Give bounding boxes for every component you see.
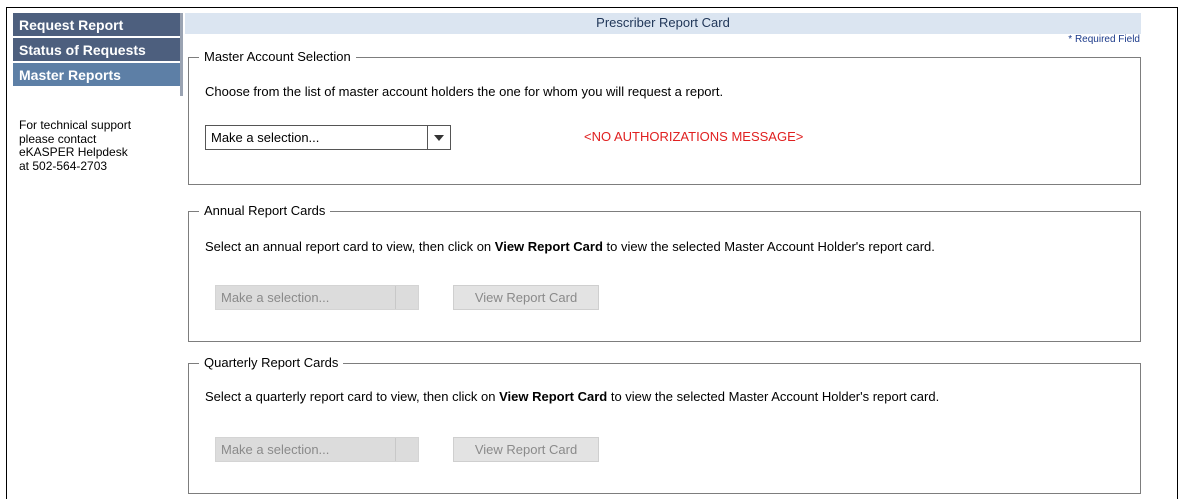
desc-bold: View Report Card	[494, 239, 603, 254]
annual-report-section: Annual Report Cards Select an annual rep…	[188, 203, 1141, 342]
desc-text: to view the selected Master Account Hold…	[607, 389, 940, 404]
support-line: For technical support	[19, 118, 132, 132]
support-line: eKASPER Helpdesk	[19, 145, 128, 159]
master-account-select[interactable]: Make a selection...	[205, 125, 451, 150]
quarterly-report-select[interactable]: Make a selection...	[215, 437, 419, 462]
section-legend: Annual Report Cards	[199, 203, 331, 219]
section-description: Select an annual report card to view, th…	[205, 239, 935, 254]
nav-master-reports[interactable]: Master Reports	[13, 63, 180, 88]
desc-text: Select an annual report card to view, th…	[205, 239, 495, 254]
select-value: Make a selection...	[221, 290, 330, 305]
required-field-note: * Required Field	[1068, 34, 1140, 45]
section-legend: Quarterly Report Cards	[199, 355, 344, 371]
select-value: Make a selection...	[211, 130, 320, 145]
support-info: For technical support please contact eKA…	[19, 118, 179, 173]
master-account-section: Master Account Selection Choose from the…	[188, 49, 1141, 185]
desc-text: to view the selected Master Account Hold…	[602, 239, 935, 254]
nav-request-report[interactable]: Request Report	[13, 13, 180, 38]
chevron-down-icon	[395, 286, 418, 309]
page-title: Prescriber Report Card	[185, 13, 1141, 34]
chevron-down-icon	[395, 438, 418, 461]
support-line: please contact	[19, 131, 97, 146]
quarterly-report-section: Quarterly Report Cards Select a quarterl…	[188, 355, 1141, 494]
annual-view-report-card-button[interactable]: View Report Card	[453, 285, 599, 310]
no-authorizations-message: <NO AUTHORIZATIONS MESSAGE>	[584, 129, 804, 144]
sidebar-shadow	[180, 13, 183, 96]
nav-status-of-requests[interactable]: Status of Requests	[13, 38, 180, 63]
section-description: Select a quarterly report card to view, …	[205, 389, 939, 404]
select-value: Make a selection...	[221, 442, 330, 457]
quarterly-view-report-card-button[interactable]: View Report Card	[453, 437, 599, 462]
chevron-down-icon[interactable]	[427, 126, 450, 149]
annual-report-select[interactable]: Make a selection...	[215, 285, 419, 310]
desc-bold: View Report Card	[499, 389, 608, 404]
section-legend: Master Account Selection	[199, 49, 356, 65]
desc-text: Select a quarterly report card to view, …	[205, 389, 500, 404]
section-description: Choose from the list of master account h…	[205, 84, 724, 99]
support-line: at 502-564-2703	[19, 158, 108, 173]
sidebar-nav: Request Report Status of Requests Master…	[13, 13, 180, 88]
